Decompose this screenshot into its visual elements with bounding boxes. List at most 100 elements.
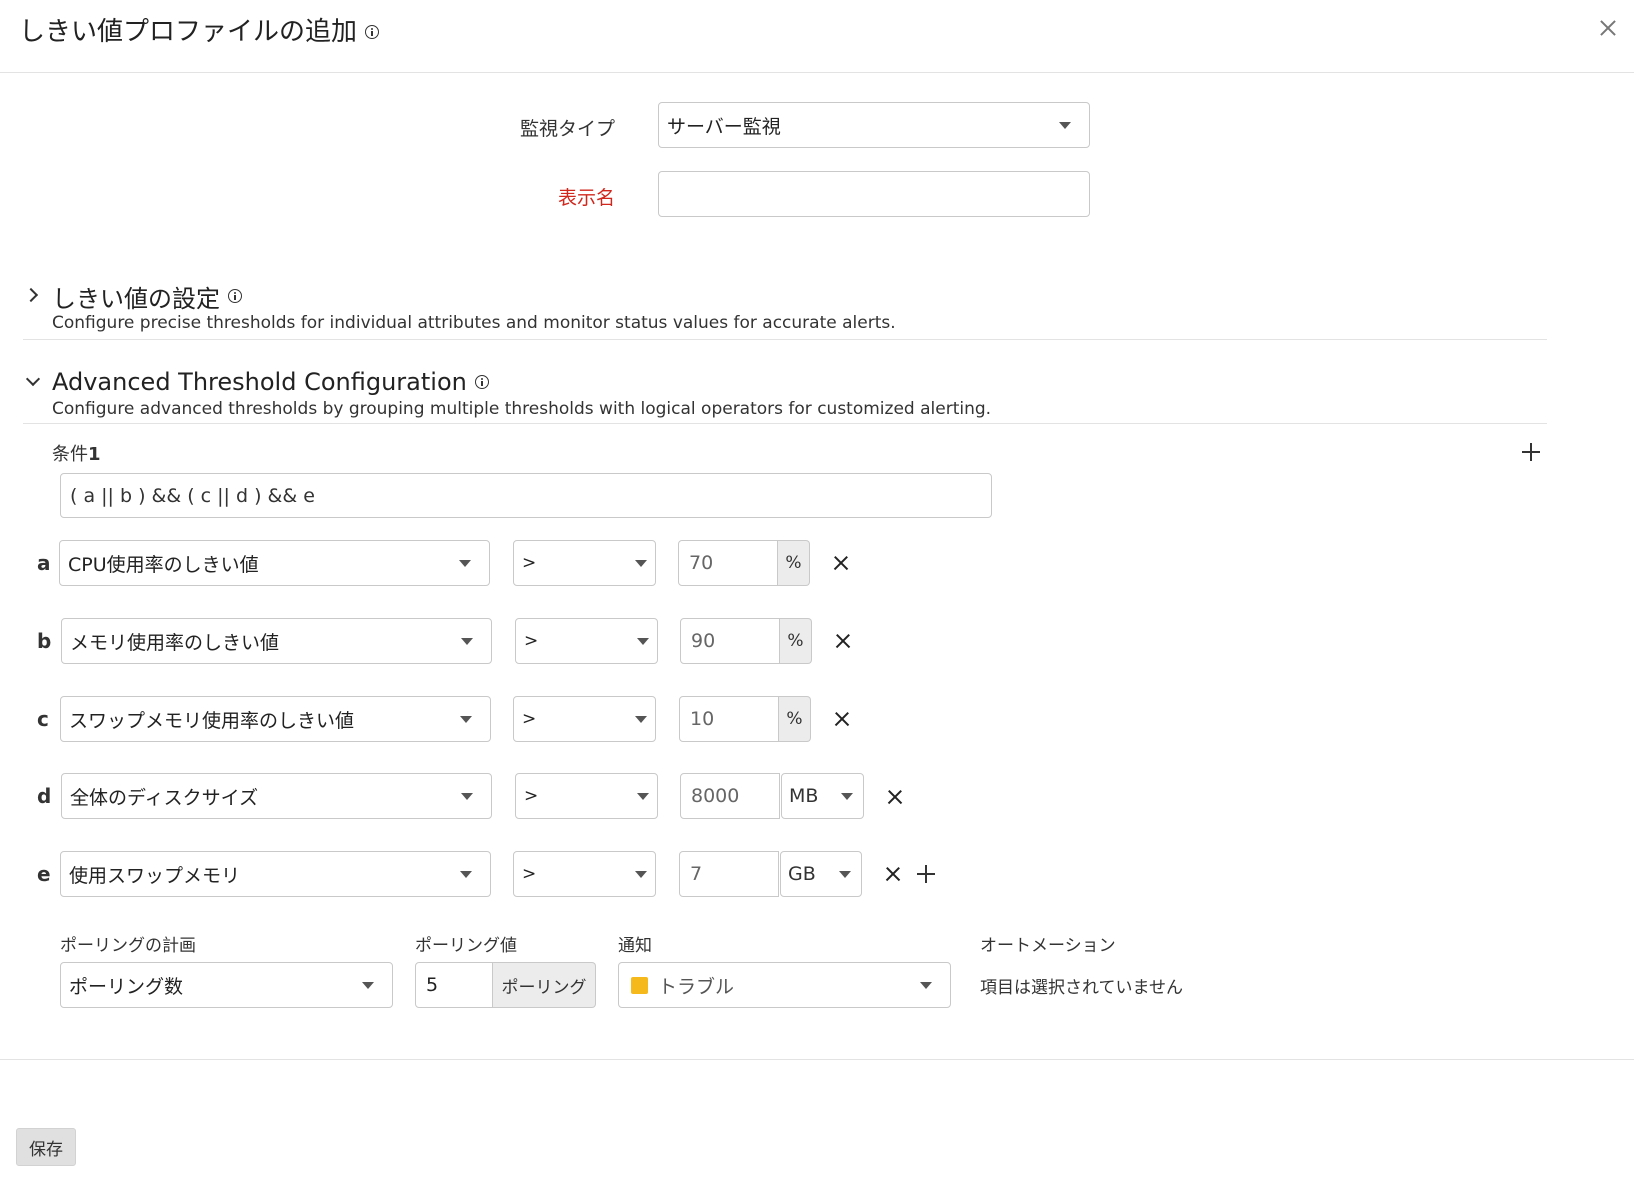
threshold-section-header[interactable]: しきい値の設定 [52,280,242,313]
save-button[interactable]: 保存 [16,1128,76,1166]
operator-select[interactable]: > [515,618,658,664]
operator-value: > [522,553,537,573]
threshold-value-input[interactable]: 7 [679,851,779,897]
polling-plan-label: ポーリングの計画 [60,936,196,956]
attribute-value: 使用スワップメモリ [69,864,241,887]
caret-down-icon [920,982,932,989]
caret-down-icon [635,560,647,567]
operator-select[interactable]: > [515,773,658,819]
caret-down-icon [839,871,851,878]
caret-down-icon [1059,122,1071,129]
remove-row-icon[interactable] [884,865,902,883]
operator-value: > [524,786,539,806]
row-key: d [37,784,52,808]
automation-label: オートメーション [980,936,1116,956]
remove-row-icon[interactable] [832,554,850,572]
remove-row-icon[interactable] [834,632,852,650]
unit-label: % [778,540,810,586]
attribute-select[interactable]: 全体のディスクサイズ [61,773,492,819]
remove-row-icon[interactable] [886,788,904,806]
caret-down-icon [461,793,473,800]
operator-value: > [522,864,537,884]
caret-down-icon [460,716,472,723]
advanced-section-title: Advanced Threshold Configuration [52,368,467,396]
section-divider [23,423,1547,424]
threshold-value-input[interactable]: 8000 [680,773,780,819]
advanced-section-header[interactable]: Advanced Threshold Configuration [52,366,489,398]
attribute-value: スワップメモリ使用率のしきい値 [69,709,355,732]
attribute-select[interactable]: 使用スワップメモリ [60,851,491,897]
unit-label: % [780,618,812,664]
polling-unit-label: ポーリング [493,962,596,1008]
attribute-value: CPU使用率のしきい値 [68,553,259,576]
chevron-down-icon[interactable] [25,371,41,387]
info-icon[interactable] [228,289,242,303]
operator-select[interactable]: > [513,540,656,586]
dialog-title: しきい値プロファイルの追加 [19,12,380,52]
condition-label: 条件1 [52,440,101,466]
condition-number: 1 [88,444,101,465]
info-icon[interactable] [474,375,489,389]
operator-select[interactable]: > [513,851,656,897]
caret-down-icon [460,871,472,878]
threshold-value-input[interactable]: 70 [678,540,778,586]
add-row-icon[interactable] [917,865,935,883]
unit-label: % [779,696,811,742]
notify-label: 通知 [618,936,652,956]
operator-value: > [522,709,537,729]
monitor-type-select[interactable]: サーバー監視 [658,102,1090,148]
section-divider [23,339,1547,340]
threshold-section-title: しきい値の設定 [52,284,220,313]
info-icon[interactable] [365,25,380,39]
row-key: b [37,629,52,653]
caret-down-icon [635,871,647,878]
attribute-value: メモリ使用率のしきい値 [70,631,280,654]
caret-down-icon [461,638,473,645]
threshold-value-input[interactable]: 90 [680,618,780,664]
add-condition-icon[interactable] [1522,443,1540,461]
unit-value: GB [788,863,816,885]
advanced-section-desc: Configure advanced thresholds by groupin… [52,399,992,419]
attribute-select[interactable]: スワップメモリ使用率のしきい値 [60,696,491,742]
threshold-section-desc: Configure precise thresholds for individ… [52,313,896,333]
caret-down-icon [362,982,374,989]
row-key: a [37,551,51,575]
notify-value: トラブル [658,975,735,998]
condition-expression-input[interactable]: ( a || b ) && ( c || d ) && e [60,473,992,518]
attribute-value: 全体のディスクサイズ [70,786,259,809]
caret-down-icon [637,793,649,800]
row-key: c [37,707,49,731]
polling-plan-select[interactable]: ポーリング数 [60,962,393,1008]
unit-value: MB [789,785,819,807]
unit-select[interactable]: GB [780,851,862,897]
chevron-right-icon[interactable] [23,287,39,303]
display-name-input[interactable] [658,171,1090,217]
caret-down-icon [459,560,471,567]
remove-row-icon[interactable] [833,710,851,728]
attribute-select[interactable]: CPU使用率のしきい値 [59,540,490,586]
operator-select[interactable]: > [513,696,656,742]
caret-down-icon [841,793,853,800]
header-divider [0,72,1634,73]
severity-color-icon [631,976,648,994]
polling-value-label: ポーリング値 [415,936,517,956]
automation-select[interactable]: 項目は選択されていません [980,973,1183,998]
monitor-type-label: 監視タイプ [519,118,615,140]
display-name-label: 表示名 [557,187,615,209]
automation-value: 項目は選択されていません [980,978,1183,998]
row-key: e [37,862,51,886]
notify-select[interactable]: トラブル [618,962,951,1008]
polling-plan-value: ポーリング数 [69,975,184,998]
condition-label-text: 条件 [52,444,88,465]
caret-down-icon [635,716,647,723]
operator-value: > [524,631,539,651]
close-icon[interactable] [1596,16,1620,40]
threshold-value-input[interactable]: 10 [679,696,779,742]
monitor-type-value: サーバー監視 [667,115,781,138]
polling-value-input[interactable]: 5 [415,962,493,1008]
unit-select[interactable]: MB [781,773,864,819]
caret-down-icon [637,638,649,645]
dialog-title-text: しきい値プロファイルの追加 [19,17,358,47]
attribute-select[interactable]: メモリ使用率のしきい値 [61,618,492,664]
footer-divider [0,1059,1634,1060]
